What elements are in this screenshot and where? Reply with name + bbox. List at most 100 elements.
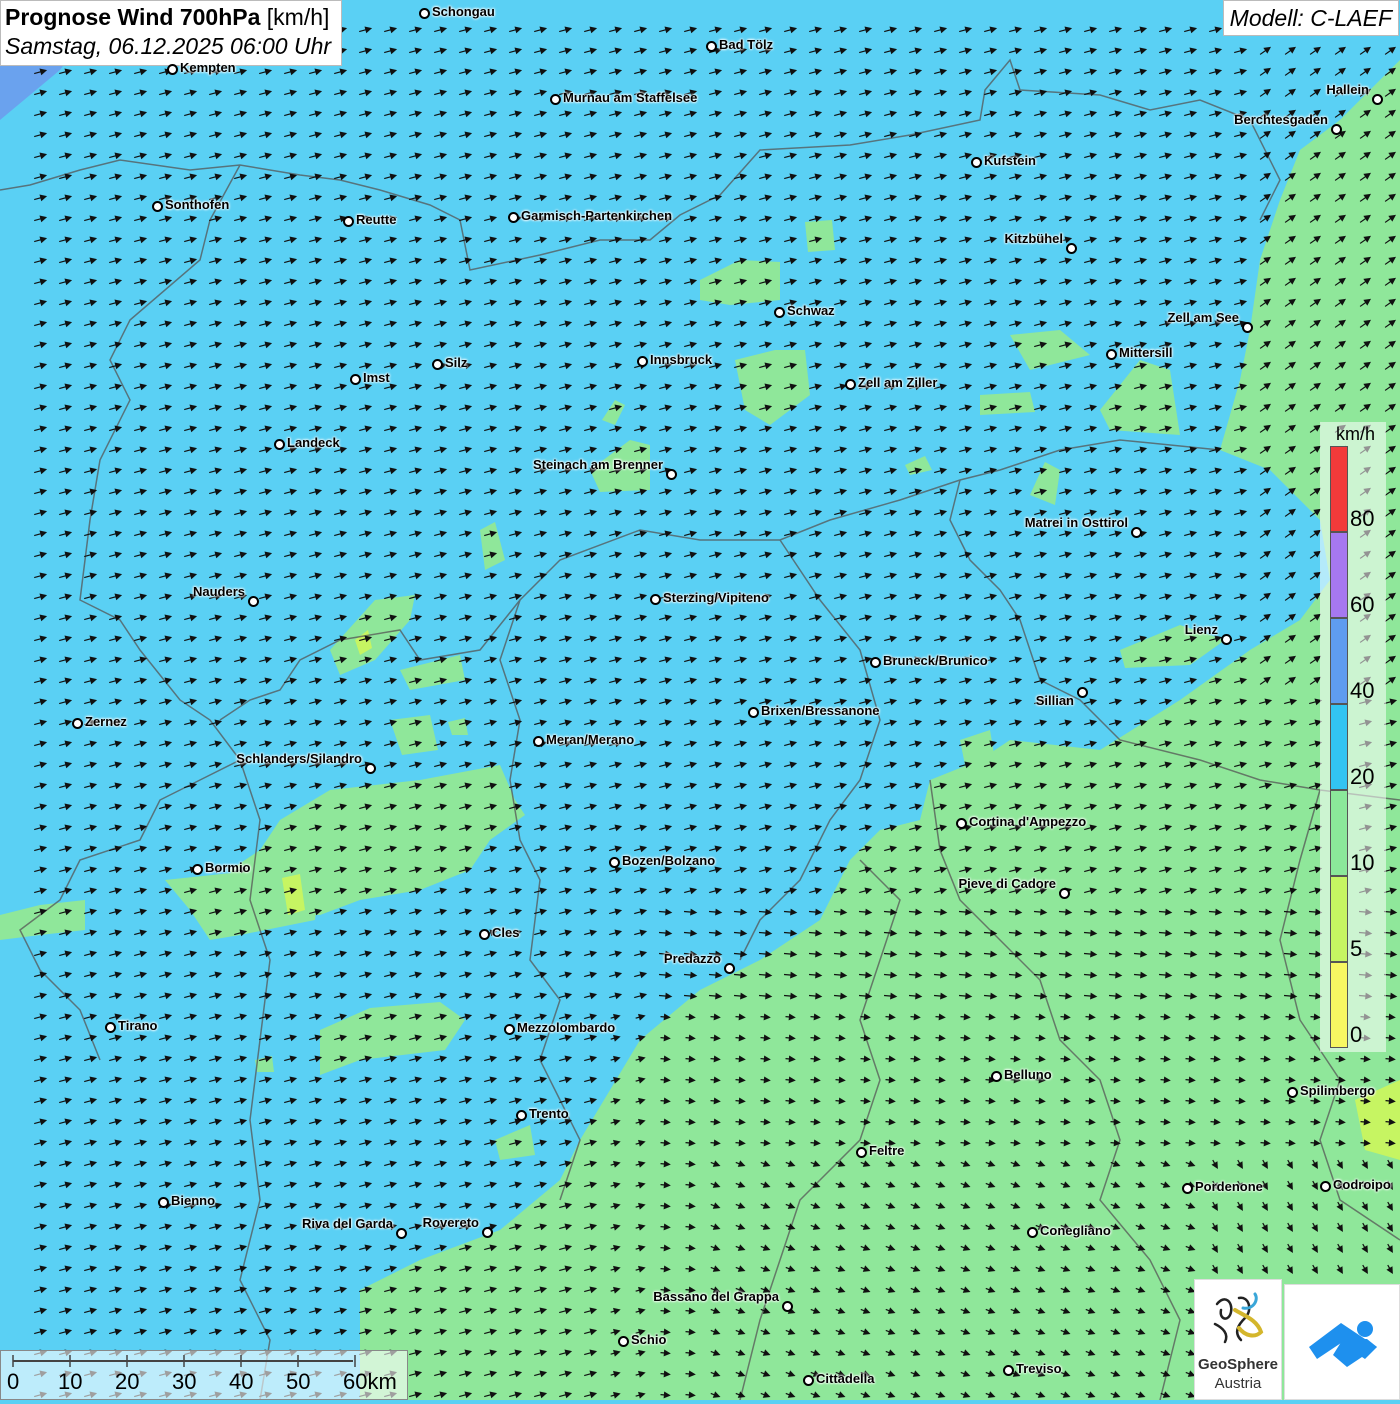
city-marker: [550, 94, 561, 105]
city-label: Mittersill: [1119, 345, 1172, 360]
geosphere-country: Austria: [1195, 1375, 1281, 1392]
city-label: Murnau am Staffelsee: [563, 90, 697, 105]
city-label: Matrei in Osttirol: [1025, 515, 1128, 530]
city-marker: [803, 1375, 814, 1386]
legend-label: 0: [1350, 1022, 1362, 1048]
city-label: Mezzolombardo: [517, 1020, 615, 1035]
city-marker: [248, 596, 259, 607]
city-marker: [1027, 1227, 1038, 1238]
forecast-time: Samstag, 06.12.2025 06:00 Uhr: [5, 32, 331, 61]
city-label: Predazzo: [664, 951, 721, 966]
city-marker: [1331, 124, 1342, 135]
city-marker: [956, 818, 967, 829]
city-marker: [1242, 322, 1253, 333]
city-marker: [365, 763, 376, 774]
scale-label: 30: [172, 1369, 196, 1395]
city-marker: [274, 439, 285, 450]
city-marker: [396, 1228, 407, 1239]
city-marker: [782, 1301, 793, 1312]
city-label: Kempten: [180, 60, 236, 75]
city-label: Rovereto: [423, 1215, 479, 1230]
city-label: Trento: [529, 1106, 569, 1121]
scale-label: 20: [115, 1369, 139, 1395]
city-label: Kitzbühel: [1005, 231, 1064, 246]
city-marker: [1131, 527, 1142, 538]
city-marker: [774, 307, 785, 318]
app-logo: [1284, 1284, 1400, 1400]
city-marker: [167, 64, 178, 75]
legend-label: 80: [1350, 506, 1374, 532]
city-marker: [845, 379, 856, 390]
city-label: Zell am See: [1167, 310, 1239, 325]
geosphere-name: GeoSphere: [1195, 1356, 1281, 1373]
title-box: Prognose Wind 700hPa [km/h] Samstag, 06.…: [0, 0, 342, 66]
city-marker: [1077, 687, 1088, 698]
city-marker: [158, 1197, 169, 1208]
city-marker: [1320, 1181, 1331, 1192]
city-marker: [343, 216, 354, 227]
city-label: Belluno: [1004, 1067, 1052, 1082]
city-marker: [618, 1336, 629, 1347]
city-label: Schio: [631, 1332, 666, 1347]
city-marker: [870, 657, 881, 668]
city-label: Feltre: [869, 1143, 904, 1158]
geosphere-emblem-icon: [1195, 1280, 1281, 1356]
city-label: Kufstein: [984, 153, 1036, 168]
legend-swatch: [1330, 446, 1348, 532]
city-label: Bruneck/Brunico: [883, 653, 988, 668]
city-marker: [991, 1071, 1002, 1082]
city-label: Bienno: [171, 1193, 215, 1208]
model-label: Modell: C-LAEF: [1223, 0, 1399, 36]
slow-wind-patch: [980, 392, 1035, 415]
city-marker: [508, 212, 519, 223]
city-marker: [856, 1147, 867, 1158]
city-marker: [706, 41, 717, 52]
city-label: Treviso: [1016, 1361, 1062, 1376]
geosphere-logo: GeoSphere Austria: [1194, 1279, 1282, 1400]
city-marker: [432, 359, 443, 370]
city-marker: [1106, 349, 1117, 360]
city-marker: [350, 374, 361, 385]
scale-label: 10: [58, 1369, 82, 1395]
legend-swatch: [1330, 962, 1348, 1048]
scale-label: 0: [7, 1369, 19, 1395]
city-label: Sonthofen: [165, 197, 229, 212]
legend-label: 40: [1350, 678, 1374, 704]
city-label: Schongau: [432, 4, 495, 19]
city-label: Pordenone: [1195, 1179, 1263, 1194]
city-label: Bozen/Bolzano: [622, 853, 715, 868]
city-marker: [482, 1227, 493, 1238]
legend-swatch: [1330, 618, 1348, 704]
city-label: Tirano: [118, 1018, 158, 1033]
city-label: Zell am Ziller: [858, 375, 937, 390]
city-label: Codroipo: [1333, 1177, 1391, 1192]
city-label: Sterzing/Vipiteno: [663, 590, 769, 605]
city-marker: [748, 707, 759, 718]
city-label: Garmisch-Partenkirchen: [521, 208, 672, 223]
city-marker: [650, 594, 661, 605]
city-marker: [609, 857, 620, 868]
city-label: Landeck: [287, 435, 340, 450]
city-label: Berchtesgaden: [1234, 112, 1328, 127]
scale-label: 40: [229, 1369, 253, 1395]
city-marker: [419, 8, 430, 19]
city-marker: [1182, 1183, 1193, 1194]
city-marker: [637, 356, 648, 367]
city-label: Bassano del Grappa: [653, 1289, 779, 1304]
legend-label: 5: [1350, 936, 1362, 962]
city-label: Imst: [363, 370, 390, 385]
scale-label: 50: [286, 1369, 310, 1395]
city-label: Brixen/Bressanone: [761, 703, 880, 718]
legend-swatch: [1330, 532, 1348, 618]
legend-label: 60: [1350, 592, 1374, 618]
city-label: Pieve di Cadore: [958, 876, 1056, 891]
legend-label: 20: [1350, 764, 1374, 790]
city-label: Schlanders/Silandro: [236, 751, 362, 766]
legend-unit: km/h: [1336, 424, 1375, 445]
city-marker: [1059, 888, 1070, 899]
city-marker: [1287, 1087, 1298, 1098]
city-marker: [1221, 634, 1232, 645]
legend-swatch: [1330, 790, 1348, 876]
city-label: Bad Tölz: [719, 37, 773, 52]
city-label: Spilimbergo: [1300, 1083, 1375, 1098]
